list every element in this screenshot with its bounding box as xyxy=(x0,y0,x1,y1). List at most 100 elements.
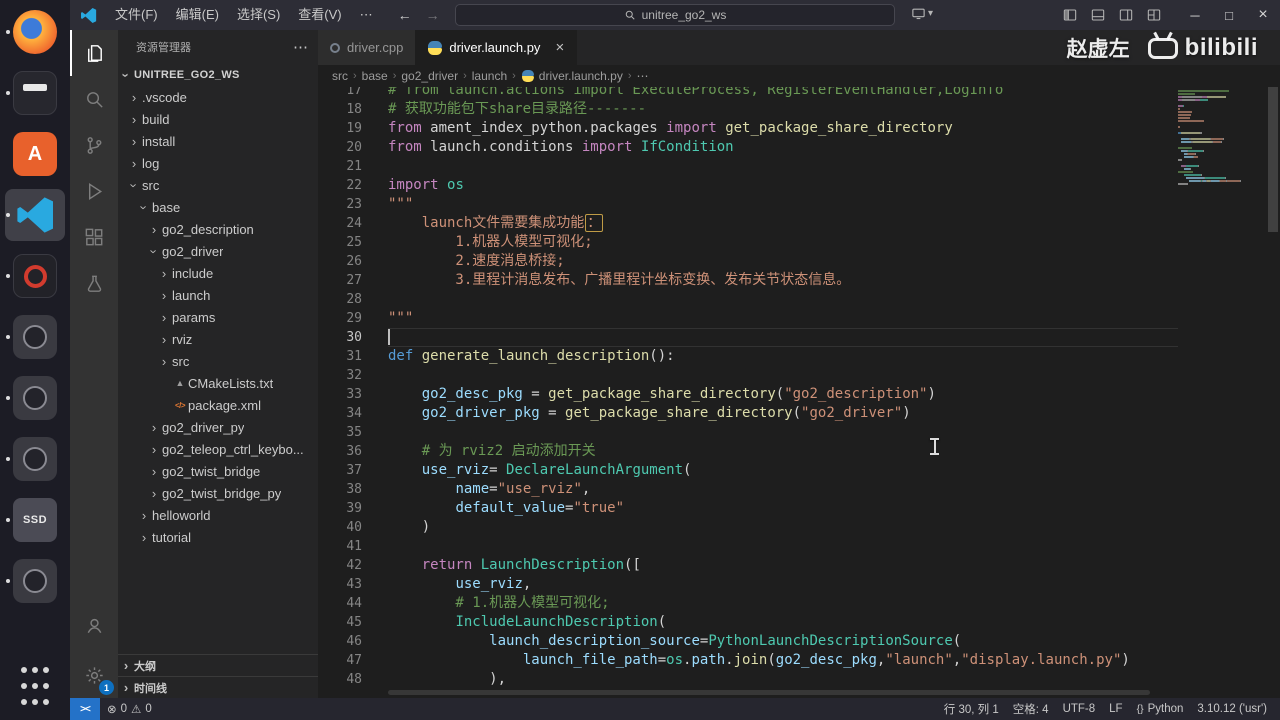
code-line-44[interactable]: 44 # 1.机器人模型可视化; xyxy=(318,594,1178,613)
breadcrumb-src[interactable]: src xyxy=(332,69,348,83)
more-actions-icon[interactable]: ⋯ xyxy=(293,38,308,56)
tree-item-build[interactable]: › build xyxy=(118,108,318,130)
nav-forward-icon[interactable]: → xyxy=(426,7,440,23)
tab-driver-cpp[interactable]: driver.cpp xyxy=(318,30,417,65)
dock-item-camera-1[interactable] xyxy=(5,311,65,363)
status-encoding[interactable]: UTF-8 xyxy=(1056,698,1103,720)
code-line-30[interactable]: 30 xyxy=(318,328,1178,347)
customize-layout-icon[interactable] xyxy=(1146,7,1162,23)
breadcrumb-driver-launch-py[interactable]: driver.launch.py xyxy=(521,69,623,83)
code-line-21[interactable]: 21 xyxy=(318,157,1178,176)
toggle-sidebar-icon[interactable] xyxy=(1062,7,1078,23)
extensions-icon[interactable] xyxy=(70,214,118,260)
code-line-33[interactable]: 33 go2_desc_pkg = get_package_share_dire… xyxy=(318,385,1178,404)
tree-item-install[interactable]: › install xyxy=(118,130,318,152)
code-line-41[interactable]: 41 xyxy=(318,537,1178,556)
code-line-37[interactable]: 37 use_rviz= DeclareLaunchArgument( xyxy=(318,461,1178,480)
code-line-31[interactable]: 31 def generate_launch_description(): xyxy=(318,347,1178,366)
code-line-40[interactable]: 40 ) xyxy=(318,518,1178,537)
tree-item-params[interactable]: › params xyxy=(118,306,318,328)
code-line-27[interactable]: 27 3.里程计消息发布、广播里程计坐标变换、发布关节状态信息。 xyxy=(318,271,1178,290)
code-line-29[interactable]: 29 """ xyxy=(318,309,1178,328)
remote-indicator[interactable]: >< xyxy=(70,698,100,720)
code-line-25[interactable]: 25 1.机器人模型可视化; xyxy=(318,233,1178,252)
code-line-34[interactable]: 34 go2_driver_pkg = get_package_share_di… xyxy=(318,404,1178,423)
section-timeline[interactable]: › 时间线 xyxy=(118,676,318,698)
breadcrumb-symbol-more[interactable]: ⋯ xyxy=(637,69,649,83)
code-line-23[interactable]: 23 """ xyxy=(318,195,1178,214)
maximize-button[interactable]: □ xyxy=(1212,0,1246,30)
dock-item-files-app[interactable] xyxy=(5,67,65,119)
status-indentation[interactable]: 空格: 4 xyxy=(1006,698,1056,720)
status-language-mode[interactable]: {} Python xyxy=(1130,698,1191,720)
account-icon[interactable] xyxy=(70,602,118,648)
close-icon[interactable]: × xyxy=(555,39,564,56)
code-line-17[interactable]: 17 # from launch.actions import ExecutePr… xyxy=(318,87,1178,100)
code-line-36[interactable]: 36 # 为 rviz2 启动添加开关 xyxy=(318,442,1178,461)
code-line-46[interactable]: 46 launch_description_source=PythonLaunc… xyxy=(318,632,1178,651)
code-line-38[interactable]: 38 name="use_rviz", xyxy=(318,480,1178,499)
dock-item-camera-2[interactable] xyxy=(5,372,65,424)
code-line-18[interactable]: 18 # 获取功能包下share目录路径------- xyxy=(318,100,1178,119)
status-python-interpreter[interactable]: 3.10.12 ('usr') xyxy=(1190,698,1274,720)
code-line-20[interactable]: 20 from launch.conditions import IfCondit… xyxy=(318,138,1178,157)
tree-item-cmakelists.txt[interactable]: ▲ CMakeLists.txt xyxy=(118,372,318,394)
tree-item-go2_twist_bridge[interactable]: › go2_twist_bridge xyxy=(118,460,318,482)
code-line-22[interactable]: 22 import os xyxy=(318,176,1178,195)
code-line-35[interactable]: 35 xyxy=(318,423,1178,442)
tree-item-log[interactable]: › log xyxy=(118,152,318,174)
dock-item-show-apps[interactable] xyxy=(5,660,65,712)
dock-item-ssd-drive[interactable]: SSD xyxy=(5,494,65,546)
toggle-secondary-sidebar-icon[interactable] xyxy=(1118,7,1134,23)
search-view-icon[interactable] xyxy=(70,76,118,122)
close-button[interactable]: × xyxy=(1246,0,1280,30)
code-line-45[interactable]: 45 IncludeLaunchDescription( xyxy=(318,613,1178,632)
dock-item-screen-recorder[interactable] xyxy=(5,250,65,302)
settings-gear-icon[interactable]: 1 xyxy=(70,652,118,698)
breadcrumb-go2_driver[interactable]: go2_driver xyxy=(401,69,458,83)
code-line-19[interactable]: 19 from ament_index_python.packages impor… xyxy=(318,119,1178,138)
dock-item-camera-3[interactable] xyxy=(5,433,65,485)
command-center[interactable]: unitree_go2_ws xyxy=(455,4,895,26)
tree-item-go2_teleop_ctrl_keybo...[interactable]: › go2_teleop_ctrl_keybo... xyxy=(118,438,318,460)
tree-item-package.xml[interactable]: </> package.xml xyxy=(118,394,318,416)
status-eol[interactable]: LF xyxy=(1102,698,1129,720)
nav-back-icon[interactable]: ← xyxy=(398,7,412,23)
code-line-24[interactable]: 24 launch文件需要集成功能： xyxy=(318,214,1178,233)
code-line-39[interactable]: 39 default_value="true" xyxy=(318,499,1178,518)
tree-item-base[interactable]: › base xyxy=(118,196,318,218)
toggle-panel-icon[interactable] xyxy=(1090,7,1106,23)
tree-item-tutorial[interactable]: › tutorial xyxy=(118,526,318,548)
menu-edit[interactable]: 编辑(E) xyxy=(167,0,228,30)
code-line-43[interactable]: 43 use_rviz, xyxy=(318,575,1178,594)
menu-view[interactable]: 查看(V) xyxy=(289,0,350,30)
tree-item-go2_description[interactable]: › go2_description xyxy=(118,218,318,240)
tree-item-.vscode[interactable]: › .vscode xyxy=(118,86,318,108)
minimize-button[interactable]: ─ xyxy=(1178,0,1212,30)
tree-item-go2_driver[interactable]: › go2_driver xyxy=(118,240,318,262)
status-cursor-position[interactable]: 行 30, 列 1 xyxy=(937,698,1006,720)
minimap[interactable] xyxy=(1178,87,1266,186)
tree-item-rviz[interactable]: › rviz xyxy=(118,328,318,350)
code-editor[interactable]: 17 # from launch.actions import ExecutePr… xyxy=(318,87,1280,698)
cast-control[interactable]: ▾ xyxy=(911,6,933,21)
tree-item-helloworld[interactable]: › helloworld xyxy=(118,504,318,526)
section-outline[interactable]: › 大纲 xyxy=(118,654,318,676)
code-line-48[interactable]: 48 ), xyxy=(318,670,1178,689)
code-line-32[interactable]: 32 xyxy=(318,366,1178,385)
horizontal-scrollbar[interactable] xyxy=(388,690,1150,695)
scrollbar-thumb[interactable] xyxy=(1268,87,1278,232)
run-debug-icon[interactable] xyxy=(70,168,118,214)
dock-item-camera-4[interactable] xyxy=(5,555,65,607)
tab-driver-launch-py[interactable]: driver.launch.py × xyxy=(416,30,578,65)
tree-item-go2_twist_bridge_py[interactable]: › go2_twist_bridge_py xyxy=(118,482,318,504)
dock-item-app-store[interactable]: A xyxy=(5,128,65,180)
tree-item-go2_driver_py[interactable]: › go2_driver_py xyxy=(118,416,318,438)
tree-item-launch[interactable]: › launch xyxy=(118,284,318,306)
breadcrumb-base[interactable]: base xyxy=(362,69,388,83)
tree-item-src[interactable]: › src xyxy=(118,174,318,196)
menu-selection[interactable]: 选择(S) xyxy=(228,0,289,30)
explorer-icon[interactable] xyxy=(70,30,118,76)
tree-item-src[interactable]: › src xyxy=(118,350,318,372)
code-line-42[interactable]: 42 return LaunchDescription([ xyxy=(318,556,1178,575)
